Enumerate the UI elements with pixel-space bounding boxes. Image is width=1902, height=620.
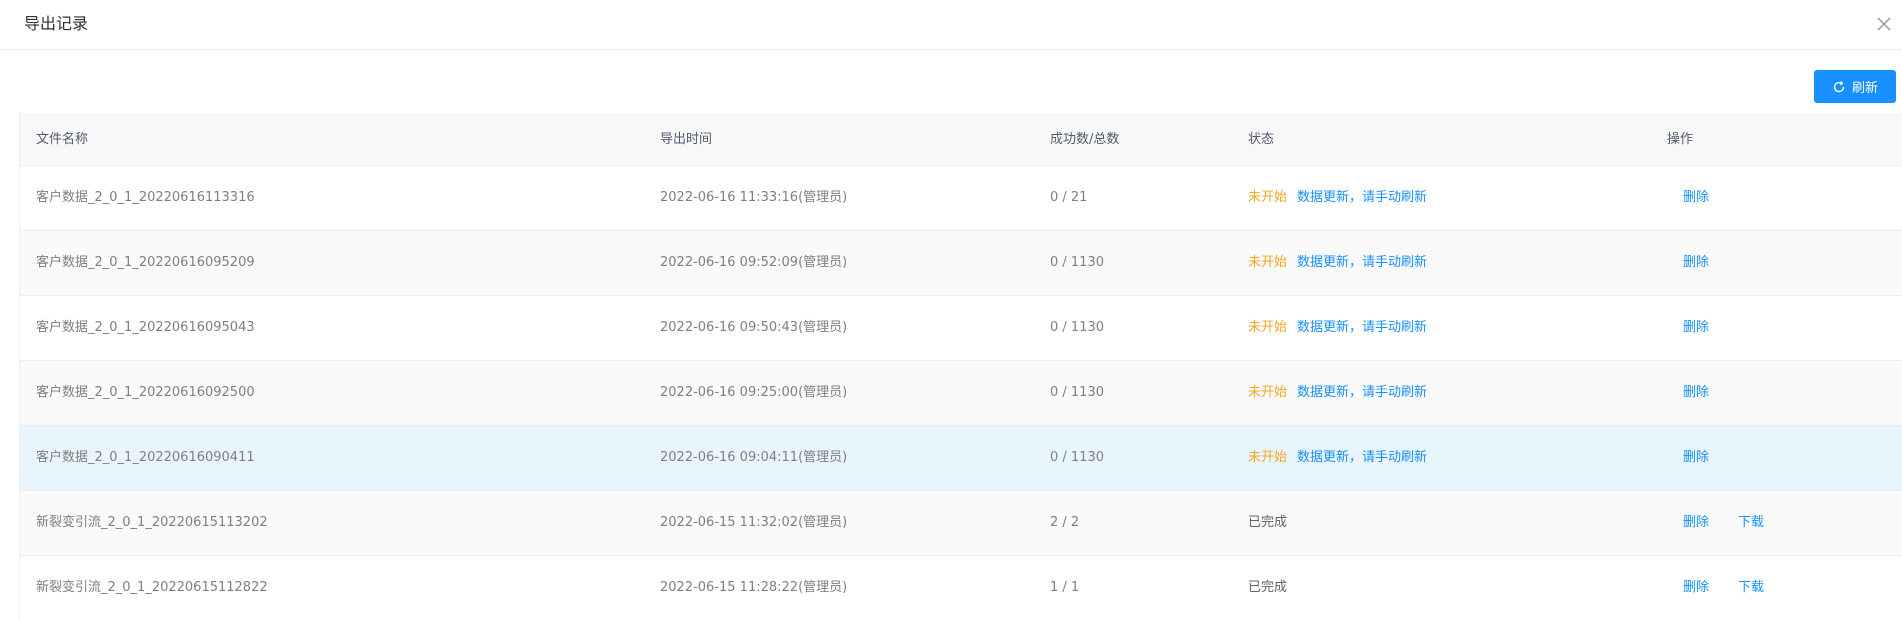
table-row: 新裂变引流_2_0_1_20220615112822 2022-06-15 11… bbox=[20, 556, 1902, 620]
cell-export-time: 2022-06-16 09:25:00(管理员) bbox=[660, 385, 848, 400]
cell-success-total: 0 / 21 bbox=[1050, 190, 1088, 205]
refresh-icon bbox=[1832, 80, 1846, 94]
status-pending: 未开始 bbox=[1248, 385, 1288, 400]
table-header: 文件名称 导出时间 成功数/总数 状态 操作 bbox=[20, 113, 1902, 166]
status-pending: 未开始 bbox=[1248, 450, 1288, 465]
export-records-dialog: 导出记录 刷新 文件名称 导出时间 成功数/总数 状态 操作 客户数据_2_0_… bbox=[0, 0, 1902, 620]
refresh-button[interactable]: 刷新 bbox=[1814, 70, 1896, 103]
cell-status: 未开始 数据更新，请手动刷新 bbox=[1248, 231, 1427, 295]
header-success-total: 成功数/总数 bbox=[1050, 132, 1120, 147]
table-row: 客户数据_2_0_1_20220616095209 2022-06-16 09:… bbox=[20, 231, 1902, 296]
manual-refresh-link[interactable]: 数据更新，请手动刷新 bbox=[1297, 385, 1427, 400]
export-records-table: 文件名称 导出时间 成功数/总数 状态 操作 客户数据_2_0_1_202206… bbox=[19, 113, 1902, 620]
cell-export-time: 2022-06-15 11:32:02(管理员) bbox=[660, 515, 848, 530]
close-button[interactable] bbox=[1872, 12, 1896, 36]
delete-link[interactable]: 删除 bbox=[1683, 166, 1709, 230]
cell-file-name: 客户数据_2_0_1_20220616090411 bbox=[36, 450, 255, 465]
cell-file-name: 客户数据_2_0_1_20220616095209 bbox=[36, 255, 255, 270]
status-pending: 未开始 bbox=[1248, 255, 1288, 270]
cell-file-name: 客户数据_2_0_1_20220616113316 bbox=[36, 190, 255, 205]
cell-export-time: 2022-06-16 09:52:09(管理员) bbox=[660, 255, 848, 270]
cell-success-total: 1 / 1 bbox=[1050, 580, 1080, 595]
status-pending: 未开始 bbox=[1248, 320, 1288, 335]
download-link[interactable]: 下载 bbox=[1738, 556, 1764, 620]
cell-success-total: 0 / 1130 bbox=[1050, 385, 1104, 400]
cell-export-time: 2022-06-16 09:50:43(管理员) bbox=[660, 320, 848, 335]
cell-file-name: 客户数据_2_0_1_20220616092500 bbox=[36, 385, 255, 400]
cell-status: 未开始 数据更新，请手动刷新 bbox=[1248, 166, 1427, 230]
header-file-name: 文件名称 bbox=[36, 132, 89, 147]
cell-status: 未开始 数据更新，请手动刷新 bbox=[1248, 361, 1427, 425]
manual-refresh-link[interactable]: 数据更新，请手动刷新 bbox=[1297, 450, 1427, 465]
cell-success-total: 0 / 1130 bbox=[1050, 320, 1104, 335]
cell-file-name: 客户数据_2_0_1_20220616095043 bbox=[36, 320, 255, 335]
cell-success-total: 2 / 2 bbox=[1050, 515, 1080, 530]
delete-link[interactable]: 删除 bbox=[1683, 491, 1709, 555]
table-row: 客户数据_2_0_1_20220616090411 2022-06-16 09:… bbox=[20, 426, 1902, 491]
cell-status: 已完成 bbox=[1248, 556, 1287, 620]
download-link[interactable]: 下载 bbox=[1738, 491, 1764, 555]
table-row: 客户数据_2_0_1_20220616095043 2022-06-16 09:… bbox=[20, 296, 1902, 361]
header-export-time: 导出时间 bbox=[660, 132, 713, 147]
manual-refresh-link[interactable]: 数据更新，请手动刷新 bbox=[1297, 255, 1427, 270]
dialog-title: 导出记录 bbox=[24, 14, 89, 33]
refresh-button-label: 刷新 bbox=[1851, 81, 1878, 96]
delete-link[interactable]: 删除 bbox=[1683, 361, 1709, 425]
close-icon bbox=[1877, 17, 1891, 31]
header-status: 状态 bbox=[1248, 132, 1275, 147]
cell-file-name: 新裂变引流_2_0_1_20220615112822 bbox=[36, 580, 268, 595]
cell-success-total: 0 / 1130 bbox=[1050, 450, 1104, 465]
table-row: 客户数据_2_0_1_20220616092500 2022-06-16 09:… bbox=[20, 361, 1902, 426]
cell-status: 已完成 bbox=[1248, 491, 1287, 555]
manual-refresh-link[interactable]: 数据更新，请手动刷新 bbox=[1297, 320, 1427, 335]
status-pending: 未开始 bbox=[1248, 190, 1288, 205]
delete-link[interactable]: 删除 bbox=[1683, 426, 1709, 490]
delete-link[interactable]: 删除 bbox=[1683, 231, 1709, 295]
dialog-header: 导出记录 bbox=[0, 0, 1902, 50]
cell-status: 未开始 数据更新，请手动刷新 bbox=[1248, 426, 1427, 490]
cell-export-time: 2022-06-16 09:04:11(管理员) bbox=[660, 450, 848, 465]
status-completed: 已完成 bbox=[1248, 515, 1288, 530]
delete-link[interactable]: 删除 bbox=[1683, 556, 1709, 620]
cell-file-name: 新裂变引流_2_0_1_20220615113202 bbox=[36, 515, 268, 530]
header-actions: 操作 bbox=[1667, 132, 1694, 147]
manual-refresh-link[interactable]: 数据更新，请手动刷新 bbox=[1297, 190, 1427, 205]
cell-export-time: 2022-06-15 11:28:22(管理员) bbox=[660, 580, 848, 595]
table-row: 客户数据_2_0_1_20220616113316 2022-06-16 11:… bbox=[20, 166, 1902, 231]
cell-status: 未开始 数据更新，请手动刷新 bbox=[1248, 296, 1427, 360]
cell-export-time: 2022-06-16 11:33:16(管理员) bbox=[660, 190, 848, 205]
table-row: 新裂变引流_2_0_1_20220615113202 2022-06-15 11… bbox=[20, 491, 1902, 556]
status-completed: 已完成 bbox=[1248, 580, 1288, 595]
delete-link[interactable]: 删除 bbox=[1683, 296, 1709, 360]
cell-success-total: 0 / 1130 bbox=[1050, 255, 1104, 270]
